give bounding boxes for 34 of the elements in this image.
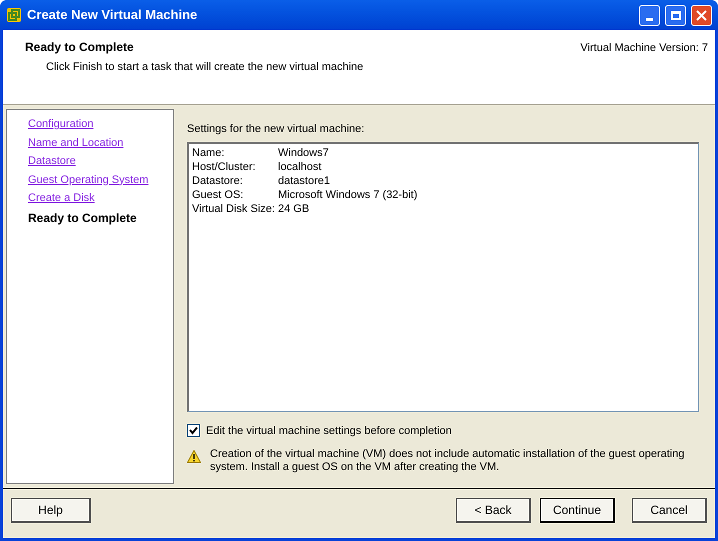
warning-icon: [187, 450, 201, 463]
setting-value: localhost: [278, 160, 322, 174]
setting-value: Microsoft Windows 7 (32-bit): [278, 188, 418, 202]
step-description: Click Finish to start a task that will create the new virtual machine: [45, 60, 364, 75]
setting-key: Datastore:: [192, 174, 278, 188]
maximize-button[interactable]: [665, 4, 686, 26]
setting-value: 24 GB: [278, 202, 310, 216]
version-label: Virtual Machine Version: 7: [580, 41, 708, 56]
app-icon: [6, 7, 22, 23]
close-icon: [696, 10, 707, 20]
window-title: Create New Virtual Machine: [27, 6, 198, 24]
settings-title: Settings for the new virtual machine:: [187, 122, 366, 137]
setting-value: Windows7: [278, 146, 329, 160]
cancel-button[interactable]: Cancel: [632, 498, 707, 523]
warning-message: Creation of the virtual machine (VM) does not include automatic installation of the guest operating system. Install a guest OS on the VM after creating the VM.: [210, 448, 686, 474]
close-button[interactable]: [691, 4, 712, 26]
setting-key: Host/Cluster:: [192, 160, 278, 174]
setting-key: Guest OS:: [192, 188, 278, 202]
step-link[interactable]: Ready to Complete: [28, 208, 173, 226]
step-link[interactable]: Guest Operating System: [28, 172, 173, 188]
setting-key: Name:: [192, 146, 278, 160]
step-link[interactable]: Configuration: [28, 116, 173, 132]
step-title: Ready to Complete: [25, 39, 135, 56]
setting-value: datastore1: [278, 174, 330, 188]
step-link[interactable]: Name and Location: [28, 134, 173, 151]
step-link[interactable]: Datastore: [28, 153, 173, 170]
edit-settings-label: Edit the virtual machine settings before completion: [206, 424, 452, 438]
help-button[interactable]: Help: [11, 498, 91, 523]
continue-button[interactable]: Continue: [540, 498, 615, 523]
step-link[interactable]: Create a Disk: [28, 190, 173, 206]
minimize-button[interactable]: [639, 4, 660, 26]
setting-key: Virtual Disk Size:: [192, 202, 278, 216]
edit-settings-checkbox[interactable]: [187, 424, 200, 438]
back-button[interactable]: < Back: [456, 498, 531, 523]
